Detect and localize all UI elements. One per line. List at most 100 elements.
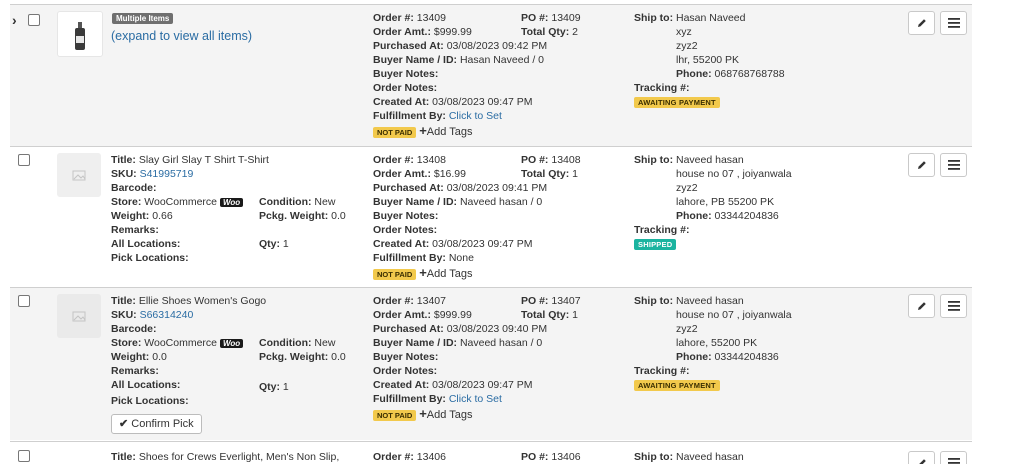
plus-icon: + xyxy=(419,123,427,138)
row-checkbox[interactable] xyxy=(18,450,30,462)
barcode: Barcode: xyxy=(111,182,157,194)
created-at: Created At: 03/08/2023 09:47 PM xyxy=(373,379,533,391)
created-at: Created At: 03/08/2023 09:47 PM xyxy=(373,96,533,108)
fulfillment-by: Fulfillment By: None xyxy=(373,252,474,264)
click-to-set-link[interactable]: Click to Set xyxy=(449,393,502,405)
hamburger-menu-icon xyxy=(947,301,960,311)
edit-button[interactable] xyxy=(908,11,935,35)
order-row: › Multiple Items (expand to view all ite… xyxy=(10,4,972,146)
po-number: PO #: 13406 xyxy=(521,451,581,463)
all-locations: All Locations: xyxy=(111,238,181,250)
tags-line: NOT PAID +Add Tags xyxy=(373,124,472,140)
order-notes: Order Notes: xyxy=(373,224,438,236)
plus-icon: + xyxy=(419,265,427,280)
pencil-icon xyxy=(918,459,926,464)
condition: Condition: New xyxy=(259,196,336,208)
ship-address-2: zyz2 xyxy=(676,182,698,194)
purchased-at: Purchased At: 03/08/2023 09:41 PM xyxy=(373,182,548,194)
click-to-set-link[interactable]: Click to Set xyxy=(449,110,502,122)
po-number: PO #: 13408 xyxy=(521,154,581,166)
woo-logo-icon: Woo xyxy=(219,198,244,207)
row-checkbox[interactable] xyxy=(18,154,30,166)
order-row: Title: Slay Girl Slay T Shirt T-Shirt SK… xyxy=(10,146,972,286)
store: Store: WooCommerce Woo xyxy=(111,195,244,210)
pick-locations: Pick Locations: xyxy=(111,252,189,264)
total-qty: Total Qty: 1 xyxy=(521,168,578,180)
order-amount: Order Amt.: $16.99 xyxy=(373,168,466,180)
buyer-name: Buyer Name / ID: Hasan Naveed / 0 xyxy=(373,54,545,66)
product-title: Title: Slay Girl Slay T Shirt T-Shirt xyxy=(111,154,269,166)
edit-button[interactable] xyxy=(908,153,935,177)
weight: Weight: 0.0 xyxy=(111,351,167,363)
sku-link[interactable]: S41995719 xyxy=(140,168,194,180)
created-at: Created At: 03/08/2023 09:47 PM xyxy=(373,238,533,250)
product-sku: SKU: S66314240 xyxy=(111,309,194,321)
chevron-right-icon[interactable]: › xyxy=(12,13,17,27)
buyer-name: Buyer Name / ID: Naveed hasan / 0 xyxy=(373,337,543,349)
buyer-notes: Buyer Notes: xyxy=(373,351,439,363)
tracking-label: Tracking #: xyxy=(634,365,690,377)
ship-address-2: zyz2 xyxy=(676,323,698,335)
confirm-pick-button[interactable]: ✔ Confirm Pick xyxy=(111,414,202,434)
sku-link[interactable]: S66314240 xyxy=(140,309,194,321)
order-notes: Order Notes: xyxy=(373,365,438,377)
product-title: Title: Shoes for Crews Everlight, Men's … xyxy=(111,451,340,463)
menu-button[interactable] xyxy=(940,11,967,35)
plus-icon: + xyxy=(419,406,427,421)
orders-list: › Multiple Items (expand to view all ite… xyxy=(10,0,972,464)
all-locations: All Locations: xyxy=(111,379,181,391)
pencil-icon xyxy=(917,19,926,27)
remarks: Remarks: xyxy=(111,365,159,377)
tracking-status-badge: SHIPPED xyxy=(634,239,677,250)
pencil-icon xyxy=(917,302,926,310)
condition: Condition: New xyxy=(259,337,336,349)
hamburger-menu-icon xyxy=(947,458,960,464)
order-amount: Order Amt.: $999.99 xyxy=(373,309,472,321)
row-checkbox[interactable] xyxy=(28,14,40,26)
ship-address-1: xyz xyxy=(676,26,692,38)
add-tags-button[interactable]: +Add Tags xyxy=(419,123,472,139)
total-qty: Total Qty: 2 xyxy=(521,26,578,38)
product-sku: SKU: S41995719 xyxy=(111,168,194,180)
purchased-at: Purchased At: 03/08/2023 09:42 PM xyxy=(373,40,548,52)
add-tags-button[interactable]: +Add Tags xyxy=(419,406,472,422)
qty: Qty: 1 xyxy=(259,381,289,393)
tracking-label: Tracking #: xyxy=(634,224,690,236)
buyer-notes: Buyer Notes: xyxy=(373,68,439,80)
po-number: PO #: 13409 xyxy=(521,12,581,24)
order-number: Order #: 13406 xyxy=(373,451,446,463)
ship-address-3: lhr, 55200 PK xyxy=(676,54,740,66)
row-checkbox[interactable] xyxy=(18,295,30,307)
menu-button[interactable] xyxy=(940,294,967,318)
order-row: Title: Shoes for Crews Everlight, Men's … xyxy=(10,441,972,464)
payment-status-badge: NOT PAID xyxy=(373,269,417,280)
edit-button[interactable] xyxy=(908,451,935,464)
order-row: Title: Ellie Shoes Women's Gogo SKU: S66… xyxy=(10,287,972,440)
edit-button[interactable] xyxy=(908,294,935,318)
order-amount: Order Amt.: $999.99 xyxy=(373,26,472,38)
fulfillment-by: Fulfillment By: Click to Set xyxy=(373,393,502,405)
ship-name: Naveed hasan xyxy=(676,451,744,463)
menu-button[interactable] xyxy=(940,451,967,464)
ship-to-label: Ship to: xyxy=(634,451,674,463)
tracking-status-badge: AWAITING PAYMENT xyxy=(634,380,720,391)
ship-address-3: lahore, 55200 PK xyxy=(676,337,758,349)
ship-name: Hasan Naveed xyxy=(676,12,746,24)
product-thumbnail xyxy=(57,11,103,57)
menu-button[interactable] xyxy=(940,153,967,177)
purchased-at: Purchased At: 03/08/2023 09:40 PM xyxy=(373,323,548,335)
buyer-name: Buyer Name / ID: Naveed hasan / 0 xyxy=(373,196,543,208)
ship-name: Naveed hasan xyxy=(676,154,744,166)
ship-phone: Phone: 03344204836 xyxy=(676,351,779,363)
tags-line: NOT PAID +Add Tags xyxy=(373,266,472,282)
tags-line: NOT PAID +Add Tags xyxy=(373,407,472,423)
product-thumbnail xyxy=(57,153,101,197)
expand-items-link[interactable]: (expand to view all items) xyxy=(111,29,252,43)
pick-locations: Pick Locations: xyxy=(111,395,189,407)
payment-status-badge: NOT PAID xyxy=(373,127,417,138)
store: Store: WooCommerce Woo xyxy=(111,336,244,351)
tracking-label: Tracking #: xyxy=(634,82,690,94)
tracking-status-badge: AWAITING PAYMENT xyxy=(634,97,720,108)
bottle-image-icon xyxy=(75,22,85,50)
add-tags-button[interactable]: +Add Tags xyxy=(419,265,472,281)
